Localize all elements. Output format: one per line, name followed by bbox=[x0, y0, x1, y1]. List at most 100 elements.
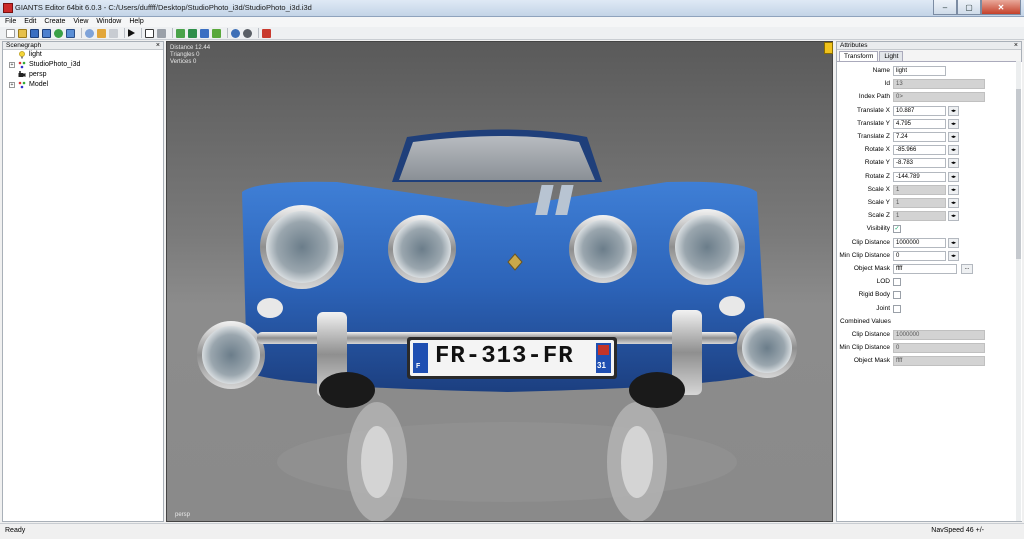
import-icon[interactable] bbox=[66, 28, 75, 38]
license-plate-region: 31 bbox=[597, 361, 606, 370]
attributes-panel: Attributes × Transform Light Name light Id… bbox=[836, 41, 1022, 522]
expand-icon[interactable]: + bbox=[9, 62, 15, 68]
rigid-body-checkbox[interactable] bbox=[893, 291, 901, 300]
object-mask-field[interactable]: ffff bbox=[893, 264, 957, 274]
translate-y-field[interactable]: 4.795 bbox=[893, 118, 946, 129]
attr-label: Rotate Y bbox=[864, 159, 890, 167]
menu-bar: File Edit Create View Window Help bbox=[0, 17, 1024, 27]
save-icon[interactable] bbox=[30, 28, 39, 38]
undo-icon[interactable] bbox=[97, 28, 106, 38]
save-as-icon[interactable] bbox=[42, 28, 51, 38]
play-icon[interactable] bbox=[128, 29, 135, 37]
tab-light[interactable]: Light bbox=[879, 51, 904, 61]
open-icon[interactable] bbox=[18, 28, 27, 38]
new-icon[interactable] bbox=[6, 28, 15, 38]
3d-viewport[interactable]: FR-313-FR F 31 Distance 12.44 Triangles … bbox=[166, 41, 833, 522]
nav-speed: NavSpeed 46 +/- bbox=[931, 527, 984, 534]
attr-row-combined-values: Combined Values bbox=[837, 317, 1017, 328]
license-plate-country: F bbox=[416, 363, 421, 370]
transform-group-icon bbox=[18, 61, 26, 69]
tab-transform[interactable]: Transform bbox=[839, 51, 879, 61]
toolbar-separator bbox=[141, 28, 142, 38]
select-icon[interactable] bbox=[145, 28, 154, 38]
object-mask-edit-button[interactable]: ... bbox=[961, 264, 973, 274]
foliage-icon[interactable] bbox=[200, 28, 209, 38]
attr-row-scale-y: Scale Y 1 ◂▸ bbox=[837, 198, 1017, 209]
spin-arrows-icon[interactable]: ◂▸ bbox=[948, 237, 959, 248]
menu-window[interactable]: Window bbox=[96, 17, 121, 27]
recorder-icon[interactable] bbox=[262, 28, 271, 38]
close-button[interactable]: ✕ bbox=[981, 0, 1021, 15]
spin-arrows-icon[interactable]: ◂▸ bbox=[948, 250, 959, 261]
tree-item-persp[interactable]: persp bbox=[3, 70, 163, 80]
lock-icon[interactable] bbox=[157, 28, 166, 38]
stat-distance: Distance 12.44 bbox=[170, 45, 211, 51]
attr-label: Scale X bbox=[867, 185, 890, 193]
minimize-button[interactable]: – bbox=[933, 0, 957, 15]
spin-arrows-icon[interactable]: ◂▸ bbox=[948, 198, 959, 208]
clip-distance-field[interactable]: 1000000 bbox=[893, 237, 946, 248]
attr-label: Joint bbox=[876, 304, 890, 312]
joint-checkbox[interactable] bbox=[893, 304, 901, 313]
attributes-scrollbar[interactable] bbox=[1016, 61, 1021, 521]
rotate-x-field[interactable]: -85.966 bbox=[893, 145, 946, 156]
attr-row-id: Id 13 bbox=[837, 79, 1017, 90]
attr-label: Clip Distance bbox=[851, 331, 890, 338]
redo-icon[interactable] bbox=[109, 28, 118, 38]
attr-label: Name bbox=[872, 67, 890, 74]
menu-create[interactable]: Create bbox=[44, 17, 65, 27]
scenegraph-close-button[interactable]: × bbox=[156, 42, 160, 50]
dock-toggle-icon[interactable] bbox=[824, 42, 833, 54]
rotate-y-field[interactable]: -8.783 bbox=[893, 158, 946, 169]
tree-item-studiophoto[interactable]: + StudioPhoto_i3d bbox=[3, 60, 163, 70]
reload-icon[interactable] bbox=[54, 28, 63, 38]
translate-x-field[interactable]: 10.887 bbox=[893, 105, 946, 116]
visibility-checkbox[interactable]: ✓ bbox=[893, 225, 901, 234]
paint-icon[interactable] bbox=[188, 28, 197, 38]
export-icon[interactable] bbox=[85, 28, 94, 38]
maximize-button[interactable]: ▢ bbox=[957, 0, 981, 15]
headlight bbox=[260, 205, 344, 289]
scale-z-field: 1 bbox=[893, 211, 946, 222]
spin-arrows-icon[interactable]: ◂▸ bbox=[948, 158, 959, 169]
min-clip-distance-field[interactable]: 0 bbox=[893, 250, 946, 261]
scenegraph-title: Scenegraph bbox=[6, 42, 42, 49]
attr-label: Translate X bbox=[857, 106, 890, 114]
spin-arrows-icon[interactable]: ◂▸ bbox=[948, 132, 959, 142]
decal-icon[interactable] bbox=[212, 28, 221, 38]
attr-label: Visibility bbox=[866, 225, 890, 233]
menu-edit[interactable]: Edit bbox=[24, 17, 36, 27]
spin-arrows-icon[interactable]: ◂▸ bbox=[948, 211, 959, 222]
spin-arrows-icon[interactable]: ◂▸ bbox=[948, 145, 959, 156]
lod-checkbox[interactable] bbox=[893, 278, 901, 287]
gear-icon[interactable] bbox=[243, 28, 252, 38]
scale-x-field: 1 bbox=[893, 184, 946, 195]
id-field: 13 bbox=[893, 79, 985, 90]
terrain-icon[interactable] bbox=[176, 28, 185, 38]
attr-row-name: Name light bbox=[837, 66, 1017, 77]
expand-icon[interactable]: + bbox=[9, 82, 15, 88]
spin-arrows-icon[interactable]: ◂▸ bbox=[948, 118, 959, 129]
name-field[interactable]: light bbox=[893, 66, 946, 76]
window-controls: – ▢ ✕ bbox=[933, 0, 1021, 15]
spin-arrows-icon[interactable]: ◂▸ bbox=[948, 105, 959, 116]
fog-light bbox=[737, 318, 797, 378]
spin-arrows-icon[interactable]: ◂▸ bbox=[948, 171, 959, 182]
tree-item-label: persp bbox=[29, 71, 47, 78]
menu-file[interactable]: File bbox=[5, 17, 16, 27]
tree-item-model[interactable]: + Model bbox=[3, 80, 163, 90]
scrollbar-thumb[interactable] bbox=[1016, 89, 1021, 259]
attr-label: Clip Distance bbox=[851, 238, 890, 246]
spin-arrows-icon[interactable]: ◂▸ bbox=[948, 184, 959, 195]
toolbar-separator bbox=[227, 28, 228, 38]
rotate-z-field[interactable]: -144.789 bbox=[893, 171, 946, 182]
settings-icon[interactable] bbox=[231, 28, 240, 38]
attributes-close-button[interactable]: × bbox=[1014, 42, 1018, 50]
attr-row-joint: Joint bbox=[837, 304, 1017, 315]
translate-z-field[interactable]: 7.24 bbox=[893, 132, 946, 142]
menu-help[interactable]: Help bbox=[129, 17, 143, 27]
attr-row-index-path: Index Path 0> bbox=[837, 92, 1017, 103]
tree-item-light[interactable]: light bbox=[3, 50, 163, 60]
tree-item-label: StudioPhoto_i3d bbox=[29, 61, 81, 68]
menu-view[interactable]: View bbox=[73, 17, 88, 27]
